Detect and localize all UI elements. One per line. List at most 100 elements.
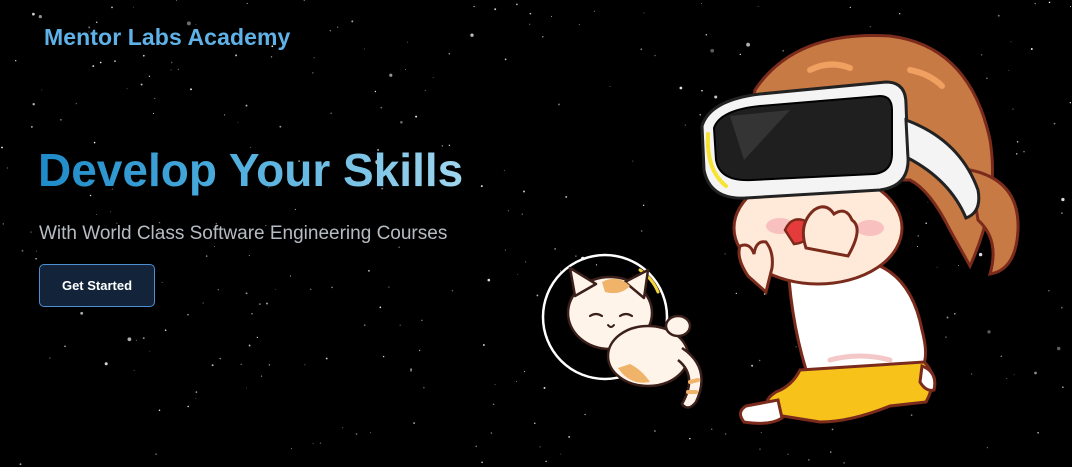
star: [133, 369, 135, 371]
star: [142, 337, 145, 340]
star: [593, 10, 596, 12]
star: [400, 120, 403, 124]
star: [313, 57, 315, 59]
star: [251, 313, 253, 315]
star: [256, 336, 258, 339]
star: [504, 58, 507, 61]
star: [1061, 212, 1063, 214]
star: [550, 15, 553, 17]
star: [274, 288, 276, 290]
star: [578, 24, 580, 26]
star: [260, 375, 263, 377]
star: [127, 337, 132, 342]
star: [898, 12, 901, 15]
star: [217, 289, 219, 291]
star: [700, 3, 703, 5]
star: [516, 380, 518, 382]
star: [158, 409, 161, 412]
star: [516, 3, 518, 6]
girl-with-vr-headset-illustration: [700, 33, 1020, 425]
star: [490, 432, 493, 434]
star: [1061, 197, 1065, 202]
star: [135, 339, 137, 341]
star: [205, 255, 208, 257]
star: [331, 286, 333, 289]
star: [451, 290, 454, 292]
star: [523, 370, 526, 373]
star: [319, 442, 321, 444]
star: [223, 114, 226, 116]
star: [19, 463, 22, 466]
star: [363, 324, 366, 327]
star: [337, 26, 339, 28]
hero-illustration: [541, 33, 1020, 425]
star: [517, 274, 519, 276]
star: [494, 8, 497, 11]
star: [1053, 122, 1056, 125]
star: [494, 384, 496, 386]
star: [1034, 2, 1036, 5]
star: [170, 69, 172, 71]
star: [410, 369, 412, 372]
star: [187, 405, 189, 408]
star: [367, 269, 370, 272]
star: [404, 68, 407, 70]
star: [415, 115, 418, 118]
star: [492, 403, 495, 405]
star: [126, 88, 128, 90]
star: [312, 72, 314, 74]
star: [60, 119, 62, 121]
star: [161, 281, 163, 283]
star: [312, 443, 314, 445]
star: [1069, 6, 1072, 8]
star: [175, 0, 177, 1]
star: [237, 122, 239, 124]
star: [525, 261, 527, 263]
star: [258, 303, 261, 306]
get-started-button[interactable]: Get Started: [39, 264, 155, 307]
hero-subtitle: With World Class Software Engineering Co…: [39, 223, 448, 244]
star: [363, 48, 365, 50]
star: [487, 278, 491, 282]
star: [1048, 1, 1051, 4]
star: [235, 54, 238, 57]
star: [480, 185, 483, 188]
star: [240, 363, 242, 365]
star: [35, 257, 37, 260]
star: [355, 433, 358, 435]
star: [325, 357, 328, 360]
star: [2, 223, 5, 225]
star: [153, 112, 155, 115]
star: [132, 6, 134, 8]
star: [148, 75, 151, 77]
brand-logo-link[interactable]: Mentor Labs Academy: [44, 24, 290, 51]
star: [245, 292, 248, 295]
star: [32, 103, 35, 106]
star: [266, 302, 268, 305]
star: [869, 26, 871, 28]
star: [149, 350, 151, 352]
star: [99, 61, 102, 64]
star: [503, 170, 505, 172]
star: [342, 427, 344, 429]
star: [423, 387, 425, 389]
star: [421, 319, 423, 321]
star: [1062, 386, 1064, 388]
star: [41, 89, 43, 91]
star: [482, 344, 485, 346]
star: [177, 68, 179, 70]
star: [248, 255, 250, 256]
star: [351, 20, 354, 23]
star: [1069, 102, 1071, 104]
star: [195, 391, 198, 393]
star: [448, 52, 451, 55]
star: [279, 125, 282, 128]
star: [389, 73, 393, 77]
star: [114, 60, 116, 63]
star: [104, 362, 108, 366]
star: [379, 306, 382, 309]
star: [202, 302, 204, 304]
star: [95, 21, 98, 24]
star: [248, 344, 251, 347]
star: [481, 461, 483, 464]
